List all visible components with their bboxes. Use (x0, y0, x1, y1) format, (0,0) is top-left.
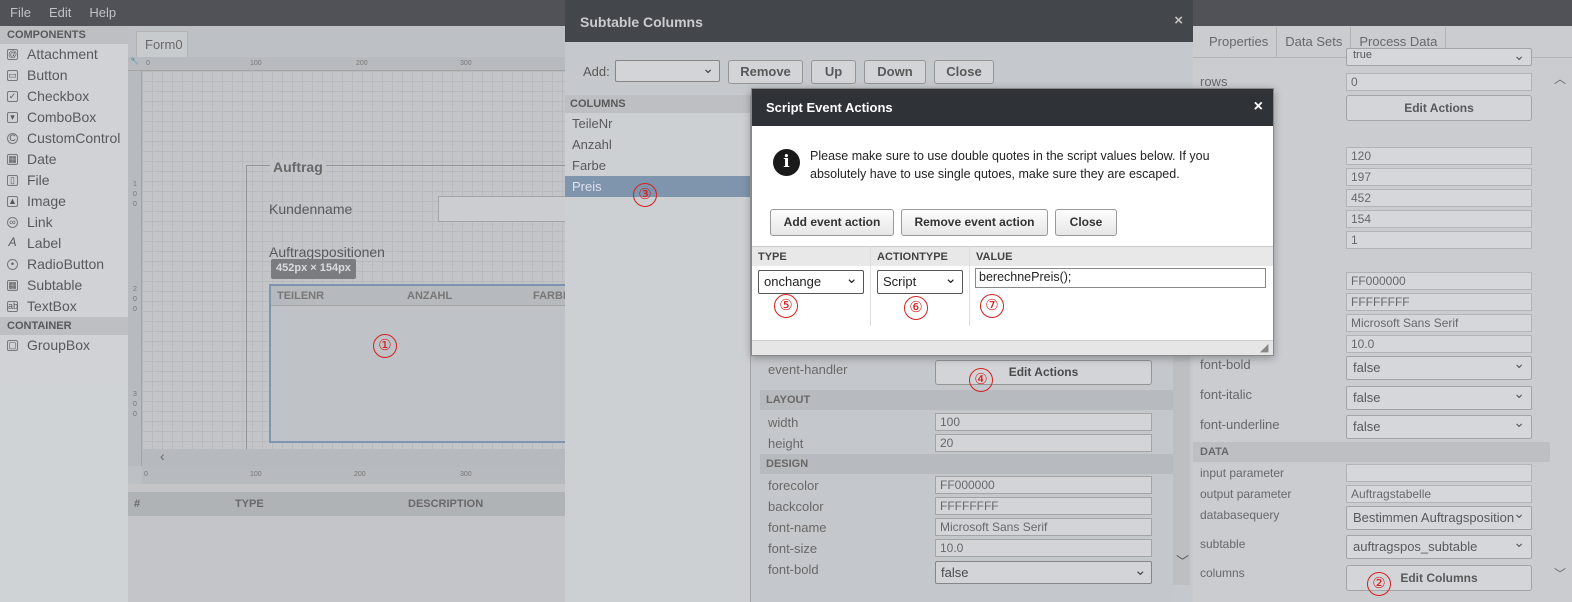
dialog-bottom-bar (752, 340, 1273, 355)
script-dialog-title: Script Event Actions × (752, 89, 1273, 126)
type-column-header: TYPE (752, 246, 871, 266)
value-column-header: VALUE (970, 246, 1273, 266)
annotation-marker-1: ① (373, 334, 397, 358)
annotation-marker-5: ⑤ (774, 294, 798, 318)
annotation-marker-4: ④ (969, 368, 993, 392)
info-icon: i (773, 149, 800, 176)
close-button-script[interactable]: Close (1055, 209, 1117, 236)
script-value-input[interactable]: berechnePreis(); (975, 268, 1266, 288)
actiontype-column-header: ACTIONTYPE (871, 246, 970, 266)
event-row-divider (969, 246, 970, 326)
remove-event-action-button[interactable]: Remove event action (901, 209, 1048, 236)
annotation-marker-3: ③ (633, 183, 657, 207)
action-type-select[interactable]: Script (877, 269, 963, 294)
annotation-marker-7: ⑦ (980, 294, 1004, 318)
annotation-marker-2: ② (1367, 572, 1391, 596)
add-event-action-button[interactable]: Add event action (770, 209, 894, 236)
info-message: Please make sure to use double quotes in… (810, 149, 1210, 181)
close-icon[interactable]: × (1254, 98, 1263, 116)
event-row-divider (870, 246, 871, 326)
resize-handle-icon[interactable]: ◢ (1260, 341, 1268, 354)
annotation-marker-6: ⑥ (904, 296, 928, 320)
event-type-select[interactable]: onchange (758, 269, 864, 294)
